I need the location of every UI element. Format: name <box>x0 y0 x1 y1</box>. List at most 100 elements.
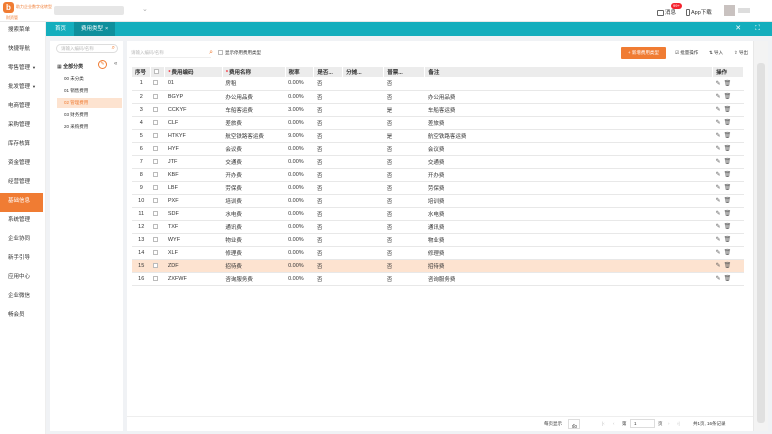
sidebar-item[interactable]: 资金管理 <box>0 155 45 174</box>
table-row[interactable]: 11 SDF 水电费 0.00% 否否水电费 ✎🗑 <box>132 207 744 221</box>
add-expense-type-button[interactable]: + 新增费用类型 <box>621 47 666 59</box>
tree-node[interactable]: 02 管理费用 <box>57 98 122 108</box>
row-checkbox[interactable] <box>153 145 159 151</box>
delete-icon[interactable]: 🗑 <box>724 185 735 191</box>
row-checkbox[interactable] <box>153 80 159 86</box>
table-row[interactable]: 9 LBF 劳保费 0.00% 否否劳保费 ✎🗑 <box>132 181 744 195</box>
prev-page-icon[interactable]: ‹ <box>613 421 615 426</box>
delete-icon[interactable]: 🗑 <box>724 237 735 243</box>
tree-node[interactable]: 00 未分类 <box>60 74 120 84</box>
chevron-down-icon[interactable]: ⌄ <box>142 5 148 13</box>
table-row[interactable]: 10 PXF 培训费 0.00% 否否培训费 ✎🗑 <box>132 194 744 208</box>
search-icon[interactable]: ⌕ <box>112 45 115 52</box>
row-checkbox[interactable] <box>153 262 159 268</box>
row-checkbox[interactable] <box>153 171 159 177</box>
delete-icon[interactable]: 🗑 <box>724 81 735 87</box>
column-header[interactable]: 普票... <box>383 67 426 77</box>
column-header[interactable]: 分摊... <box>342 67 385 77</box>
messages-button[interactable]: 消息 <box>657 8 676 16</box>
sidebar-item[interactable]: 零售管理 ▼ <box>0 60 45 79</box>
row-checkbox[interactable] <box>153 119 159 125</box>
delete-icon[interactable]: 🗑 <box>724 224 735 230</box>
table-row[interactable]: 6 HYF 会议费 0.00% 否否会议费 ✎🗑 <box>132 142 744 156</box>
page-number-input[interactable]: 1 <box>630 419 655 428</box>
select-all-checkbox[interactable] <box>153 69 159 75</box>
scrollbar-thumb[interactable] <box>757 63 765 423</box>
show-disabled-checkbox[interactable]: 显示停用费用类型 <box>218 50 261 56</box>
row-checkbox[interactable] <box>153 197 159 203</box>
column-header[interactable]: 税率 <box>285 67 315 77</box>
close-icon[interactable]: × <box>105 26 108 32</box>
delete-icon[interactable]: 🗑 <box>724 120 735 126</box>
last-page-icon[interactable]: ›| <box>677 421 680 426</box>
sidebar-item[interactable]: 畅会员 <box>0 307 45 326</box>
edit-icon[interactable]: ✎ <box>716 159 724 165</box>
tree-node[interactable]: 20 采购费用 <box>60 122 120 132</box>
column-header[interactable]: *费用名称 <box>222 67 286 77</box>
row-checkbox[interactable] <box>153 249 159 255</box>
table-row[interactable]: 7 JTF 交通费 0.00% 否否交通费 ✎🗑 <box>132 155 744 169</box>
edit-icon[interactable]: ✎ <box>716 263 724 269</box>
edit-icon[interactable]: ✎ <box>716 276 724 282</box>
row-checkbox[interactable] <box>153 184 159 190</box>
delete-icon[interactable]: 🗑 <box>724 94 735 100</box>
tree-node[interactable]: 01 销售费用 <box>60 86 120 96</box>
table-row[interactable]: 16 ZXFWF 咨询服务费 0.00% 否否咨询服务费 ✎🗑 <box>132 272 744 286</box>
delete-icon[interactable]: 🗑 <box>724 172 735 178</box>
next-page-icon[interactable]: › <box>668 421 670 426</box>
row-checkbox[interactable] <box>153 223 159 229</box>
sidebar-item[interactable]: 库存核算 <box>0 136 45 155</box>
edit-icon[interactable]: ✎ <box>716 107 724 113</box>
row-checkbox[interactable] <box>153 210 159 216</box>
table-row[interactable]: 12 TXF 通讯费 0.00% 否否通讯费 ✎🗑 <box>132 220 744 234</box>
sidebar-item[interactable]: 新手引导 <box>0 250 45 269</box>
delete-icon[interactable]: 🗑 <box>724 276 735 282</box>
edit-icon[interactable]: ✎ <box>716 237 724 243</box>
row-checkbox[interactable] <box>153 236 159 242</box>
table-row[interactable]: 5 HTKYF 航空铁路客运费 9.00% 否是航空铁路客运费 ✎🗑 <box>132 129 744 143</box>
edit-icon[interactable]: ✎ <box>716 172 724 178</box>
delete-icon[interactable]: 🗑 <box>724 250 735 256</box>
sidebar-item[interactable]: 搜索菜单 <box>0 22 45 41</box>
first-page-icon[interactable]: |‹ <box>602 421 605 426</box>
sidebar-item[interactable]: 采购管理 <box>0 117 45 136</box>
page-size-select[interactable]: 50 ⌄ <box>568 419 580 429</box>
sidebar-item[interactable]: 企业协同 <box>0 231 45 250</box>
import-button[interactable]: ⇅ 导入 <box>709 50 723 56</box>
delete-icon[interactable]: 🗑 <box>724 263 735 269</box>
edit-icon[interactable]: ✎ <box>716 185 724 191</box>
edit-icon[interactable]: ✎ <box>98 60 107 69</box>
collapse-icon[interactable]: « <box>114 61 117 67</box>
column-header[interactable]: 备注 <box>424 67 714 77</box>
code-name-search-input[interactable]: 请输入编码/名称 ⌕ <box>129 48 213 58</box>
table-row[interactable]: 8 KBF 开办费 0.00% 否否开办费 ✎🗑 <box>132 168 744 182</box>
sidebar-item[interactable]: 应用中心 <box>0 269 45 288</box>
table-row[interactable]: 13 WYF 物业费 0.00% 否否物业费 ✎🗑 <box>132 233 744 247</box>
edit-icon[interactable]: ✎ <box>716 211 724 217</box>
tab-home[interactable]: 首页 <box>48 22 73 36</box>
edit-icon[interactable]: ✎ <box>716 224 724 230</box>
table-row[interactable]: 2 BGYP 办公用品费 0.00% 否否办公用品费 ✎🗑 <box>132 90 744 104</box>
sidebar-item[interactable]: 批发管理 ▼ <box>0 79 45 98</box>
tab-expense-type[interactable]: 费用类型 × <box>74 22 116 36</box>
tree-node[interactable]: 03 财务费用 <box>60 110 120 120</box>
tab-tools-icons[interactable]: ✕ ⛶ <box>735 24 766 33</box>
edit-icon[interactable]: ✎ <box>716 120 724 126</box>
column-header[interactable]: 是否... <box>313 67 344 77</box>
brand-logo[interactable]: b 助力企业数字化转型 财资管 <box>3 2 52 20</box>
user-name-redacted[interactable] <box>738 8 750 13</box>
sidebar-item[interactable]: 企业微信 <box>0 288 45 307</box>
search-icon[interactable]: ⌕ <box>209 48 213 58</box>
sidebar-item[interactable]: 电商管理 <box>0 98 45 117</box>
sidebar-item[interactable]: 基础信息 <box>0 193 43 212</box>
edit-icon[interactable]: ✎ <box>716 250 724 256</box>
sidebar-item[interactable]: 系统管理 <box>0 212 45 231</box>
batch-operation-button[interactable]: ☑ 批量操作 <box>675 50 698 56</box>
sidebar-item[interactable]: 经营管理 <box>0 174 45 193</box>
row-checkbox[interactable] <box>153 158 159 164</box>
delete-icon[interactable]: 🗑 <box>724 146 735 152</box>
tree-search-input[interactable]: 请输入编码/名称 ⌕ <box>56 44 118 53</box>
sidebar-item[interactable]: 快捷导航 <box>0 41 45 60</box>
row-checkbox[interactable] <box>153 132 159 138</box>
column-header[interactable] <box>150 67 166 77</box>
